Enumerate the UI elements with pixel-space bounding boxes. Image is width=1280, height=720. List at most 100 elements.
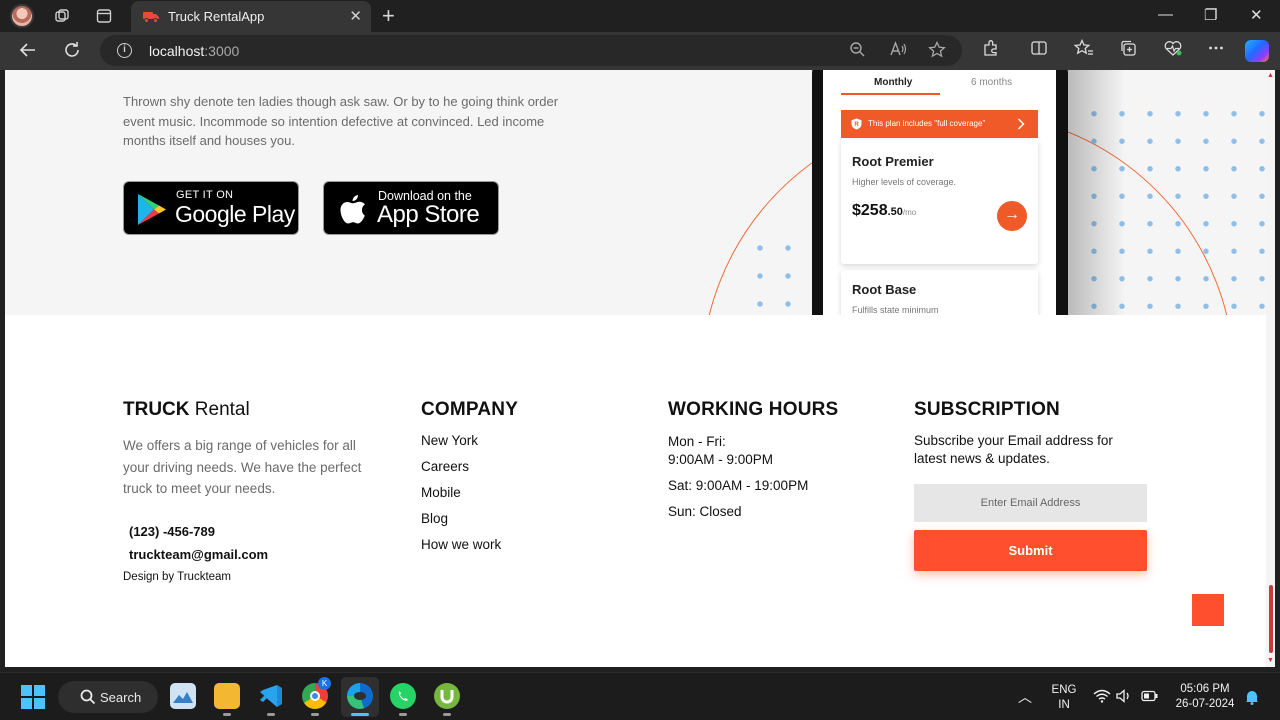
phone-tab-monthly: Monthly xyxy=(874,77,913,88)
vscode-icon[interactable] xyxy=(258,683,284,716)
language-indicator[interactable]: ENG IN xyxy=(1050,683,1078,713)
file-explorer-icon[interactable] xyxy=(214,683,240,716)
design-credit: Design by Truckteam xyxy=(123,571,232,583)
app-store-big-text: App Store xyxy=(377,201,480,228)
more-icon[interactable] xyxy=(1207,39,1225,62)
google-play-icon xyxy=(138,194,166,225)
browser-titlebar: Truck RentalApp ✕ + — ❐ ✕ xyxy=(0,0,1280,32)
footer-link-careers[interactable]: Careers xyxy=(421,459,469,474)
coverage-banner: R This plan includes "full coverage" xyxy=(841,110,1038,138)
subscription-heading: SUBSCRIPTION xyxy=(914,399,1060,420)
plan-title: Root Base xyxy=(852,282,917,297)
footer-link-how-we-work[interactable]: How we work xyxy=(421,537,501,552)
google-play-big-text: Google Play xyxy=(175,201,295,227)
close-window-button[interactable]: ✕ xyxy=(1250,6,1263,24)
volume-icon[interactable] xyxy=(1116,689,1132,703)
svg-text:R: R xyxy=(854,122,859,128)
footer-description: We offers a big range of vehicles for al… xyxy=(123,438,362,496)
company-heading: COMPANY xyxy=(421,399,519,420)
collections-icon[interactable] xyxy=(1119,39,1137,62)
wifi-icon[interactable] xyxy=(1093,689,1111,703)
browser-essentials-icon[interactable] xyxy=(1163,39,1183,62)
app-store-button[interactable]: Download on the App Store xyxy=(323,181,499,235)
zoom-icon[interactable] xyxy=(849,41,866,63)
page-viewport: Thrown shy denote ten ladies though ask … xyxy=(5,70,1275,667)
address-bar[interactable]: i localhost:3000 xyxy=(100,35,962,66)
chrome-profile-badge: K xyxy=(318,677,331,690)
hours-weekday-label: Mon - Fri: xyxy=(668,434,726,449)
copilot-icon[interactable] xyxy=(1245,40,1269,62)
split-screen-icon[interactable] xyxy=(1030,39,1048,62)
truck-icon xyxy=(143,10,159,23)
scroll-to-top-button[interactable] xyxy=(1192,594,1224,626)
search-icon xyxy=(80,689,96,705)
clock[interactable]: 05:06 PM 26-07-2024 xyxy=(1170,682,1240,712)
tab-close-icon[interactable]: ✕ xyxy=(349,7,362,25)
scroll-thumb[interactable] xyxy=(1269,585,1273,653)
arrow-right-icon[interactable]: → xyxy=(997,201,1027,231)
photos-app-icon[interactable] xyxy=(170,683,196,709)
plan-subtitle: Fulfills state minimum requirements. xyxy=(852,305,939,315)
browser-tab[interactable]: Truck RentalApp ✕ xyxy=(131,1,371,32)
google-play-button[interactable]: GET IT ON Google Play xyxy=(123,181,299,235)
battery-icon[interactable] xyxy=(1141,690,1159,702)
submit-button[interactable]: Submit xyxy=(914,530,1147,571)
plan-subtitle: Higher levels of coverage. xyxy=(852,177,957,187)
footer-brand: TRUCK Rental xyxy=(123,399,250,420)
whatsapp-icon[interactable] xyxy=(390,683,416,716)
minimize-button[interactable]: — xyxy=(1158,6,1173,23)
phone-tab-6-months: 6 months xyxy=(971,77,1013,88)
footer-phone[interactable]: (123) -456-789 xyxy=(129,524,215,539)
email-input[interactable] xyxy=(914,484,1147,522)
shield-icon: R xyxy=(851,118,862,130)
plan-card[interactable]: Root Base Fulfills state minimum require… xyxy=(841,270,1038,315)
phone-tab-underline xyxy=(841,93,940,95)
coverage-banner-text: This plan includes "full coverage" xyxy=(868,119,986,128)
utorrent-icon[interactable] xyxy=(434,683,460,716)
app-download-section: Thrown shy denote ten ladies though ask … xyxy=(5,70,1275,315)
edge-icon[interactable] xyxy=(347,683,373,716)
google-play-small-text: GET IT ON xyxy=(176,189,234,201)
read-aloud-icon[interactable] xyxy=(889,41,907,63)
phone-mockup: Monthly 6 months R This plan includes "f… xyxy=(812,70,1068,315)
browser-toolbar: i localhost:3000 xyxy=(0,32,1280,70)
url-text[interactable]: localhost:3000 xyxy=(149,43,239,59)
hero-description: Thrown shy denote ten ladies though ask … xyxy=(123,94,559,148)
site-footer: TRUCK Rental We offers a big range of ve… xyxy=(5,315,1275,667)
plan-price: $258.50/mo xyxy=(852,202,917,219)
scroll-up-icon[interactable]: ▲ xyxy=(1267,72,1274,79)
tab-actions-icon[interactable] xyxy=(96,8,112,24)
refresh-icon[interactable] xyxy=(62,40,82,66)
subscription-text: Subscribe your Email address for latest … xyxy=(914,433,1113,466)
plan-title: Root Premier xyxy=(852,154,934,169)
chevron-right-icon xyxy=(1017,118,1025,130)
taskbar-search-label: Search xyxy=(100,690,142,705)
chrome-icon[interactable]: K xyxy=(302,677,331,716)
hours-saturday: Sat: 9:00AM - 19:00PM xyxy=(668,478,809,493)
footer-email[interactable]: truckteam@gmail.com xyxy=(129,547,268,562)
hours-sunday: Sun: Closed xyxy=(668,504,742,519)
info-icon[interactable]: i xyxy=(117,43,132,58)
scroll-down-icon[interactable]: ▼ xyxy=(1267,657,1274,664)
page-scrollbar[interactable]: ▲ ▼ xyxy=(1266,70,1275,667)
tray-overflow-icon[interactable]: ︿ xyxy=(1018,687,1032,707)
favorites-icon[interactable] xyxy=(1073,38,1094,62)
phone-screen: Monthly 6 months R This plan includes "f… xyxy=(823,70,1056,315)
windows-start-icon[interactable] xyxy=(21,685,45,709)
favorite-icon[interactable] xyxy=(928,40,946,63)
taskbar-search[interactable]: Search xyxy=(58,681,158,713)
working-hours-heading: WORKING HOURS xyxy=(668,399,839,420)
extensions-icon[interactable] xyxy=(982,39,1000,62)
plan-card[interactable]: Root Premier Higher levels of coverage. … xyxy=(841,140,1038,264)
tab-title: Truck RentalApp xyxy=(168,9,265,24)
maximize-button[interactable]: ❐ xyxy=(1204,6,1217,24)
notification-bell-icon[interactable] xyxy=(1245,689,1259,705)
back-icon[interactable] xyxy=(18,40,38,66)
footer-link-blog[interactable]: Blog xyxy=(421,511,448,526)
footer-link-new-york[interactable]: New York xyxy=(421,433,478,448)
profile-avatar[interactable] xyxy=(10,4,34,28)
footer-link-mobile[interactable]: Mobile xyxy=(421,485,461,500)
new-tab-button[interactable]: + xyxy=(382,3,395,29)
workspaces-icon[interactable] xyxy=(54,8,70,24)
windows-taskbar: Search K ︿ ENG IN 05:06 PM 26-07-2024 xyxy=(0,672,1280,720)
